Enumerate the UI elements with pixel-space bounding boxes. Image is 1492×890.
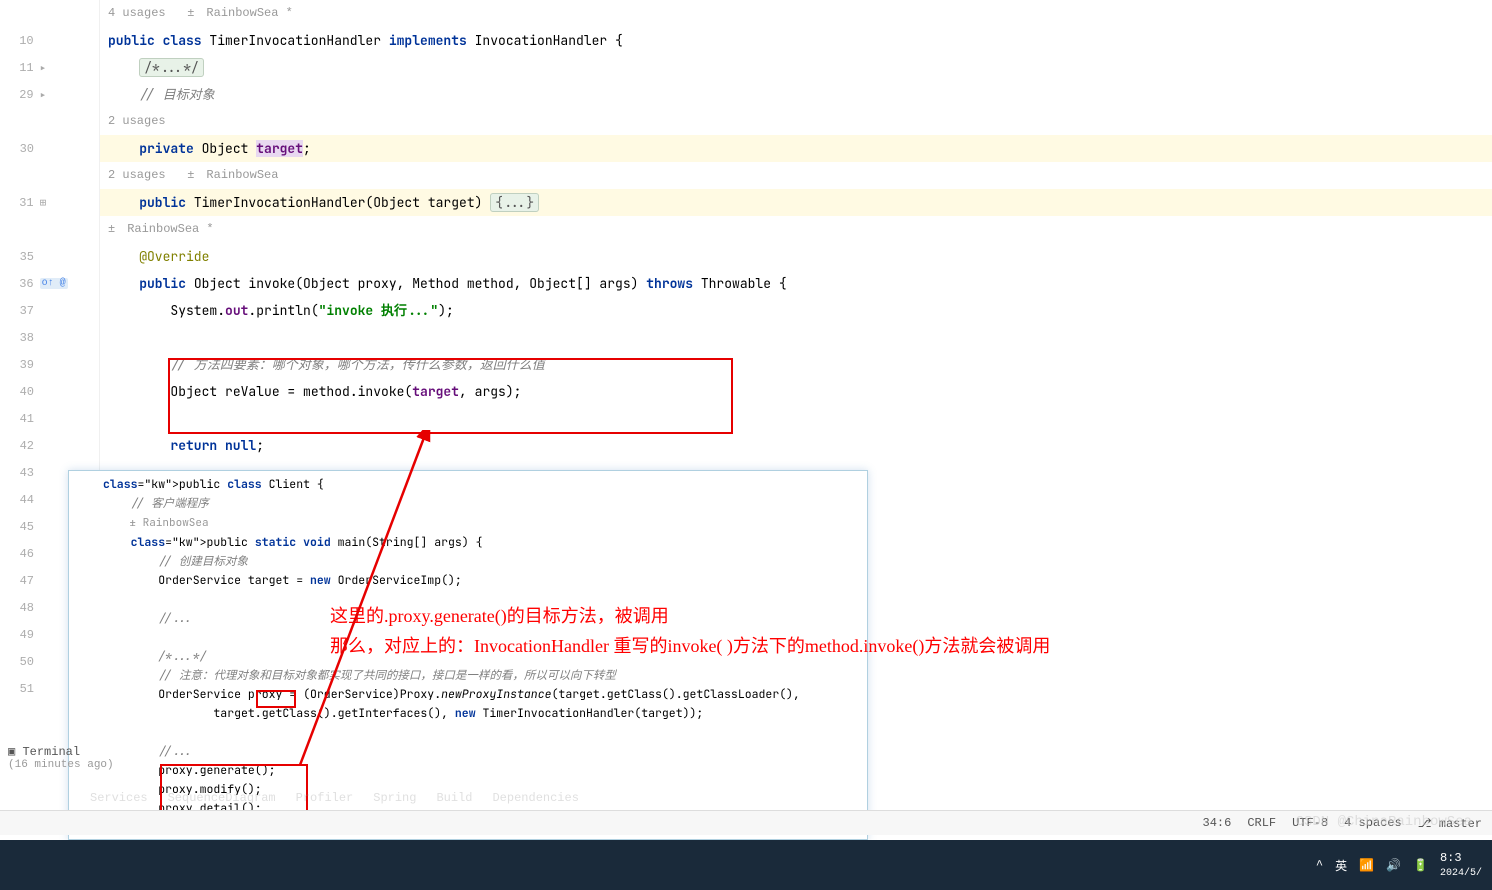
overlay-code-line[interactable]: // 客户端程序: [77, 494, 859, 513]
overlay-code-line[interactable]: class="kw">public static void main(Strin…: [77, 533, 859, 552]
overlay-code-line[interactable]: //...: [77, 609, 859, 628]
fold-icon[interactable]: ▸: [40, 88, 47, 102]
line-number: 48: [0, 601, 40, 615]
wifi-icon[interactable]: 📶: [1359, 858, 1374, 873]
overlay-code-line[interactable]: OrderService proxy = (OrderService)Proxy…: [77, 685, 859, 704]
windows-taskbar[interactable]: ^ 英 📶 🔊 🔋 8:32024/5/: [0, 840, 1492, 890]
overlay-code-line[interactable]: ± RainbowSea: [77, 513, 859, 533]
line-number: 10: [0, 34, 40, 48]
line-number: 50: [0, 655, 40, 669]
line-number: 47: [0, 574, 40, 588]
line-number: 41: [0, 412, 40, 426]
line-number: 49: [0, 628, 40, 642]
line-number: 40: [0, 385, 40, 399]
fold-icon[interactable]: ⊞: [40, 196, 47, 210]
overlay-code-panel[interactable]: class="kw">public class Client { // 客户端程…: [68, 470, 868, 840]
line-number: 43: [0, 466, 40, 480]
line-number: 51: [0, 682, 40, 696]
code-line[interactable]: Object reValue = method.invoke(target, a…: [100, 378, 1492, 405]
line-number: 38: [0, 331, 40, 345]
code-line[interactable]: public TimerInvocationHandler(Object tar…: [100, 189, 1492, 216]
tool-window-tabs[interactable]: Services SequenceDiagram Profiler Spring…: [90, 791, 579, 805]
code-line[interactable]: private Object target;: [100, 135, 1492, 162]
line-number: 30: [0, 142, 40, 156]
code-line[interactable]: public Object invoke(Object proxy, Metho…: [100, 270, 1492, 297]
terminal-tab[interactable]: ▣ Terminal (16 minutes ago): [0, 740, 122, 775]
overlay-code-line[interactable]: [77, 723, 859, 742]
tool-tab[interactable]: Dependencies: [492, 791, 578, 805]
tool-tab[interactable]: Profiler: [296, 791, 354, 805]
tool-tab[interactable]: SequenceDiagram: [168, 791, 276, 805]
code-line[interactable]: // 方法四要素：哪个对象，哪个方法，传什么参数，返回什么值: [100, 351, 1492, 378]
line-number: 31: [0, 196, 40, 210]
line-number: 37: [0, 304, 40, 318]
line-number: 39: [0, 358, 40, 372]
line-separator[interactable]: CRLF: [1247, 816, 1276, 831]
overlay-code-line[interactable]: OrderService target = new OrderServiceIm…: [77, 571, 859, 590]
watermark: CSDN @ChinaRainbowSea: [1296, 814, 1472, 830]
overlay-code-line[interactable]: /*...*/: [77, 647, 859, 666]
ime-indicator[interactable]: 英: [1335, 857, 1347, 874]
line-number: 45: [0, 520, 40, 534]
battery-icon[interactable]: 🔋: [1413, 858, 1428, 873]
overlay-code-line[interactable]: // 注意：代理对象和目标对象都实现了共同的接口，接口是一样的看，所以可以向下转…: [77, 666, 859, 685]
inlay-hint[interactable]: 2 usages ± RainbowSea: [100, 162, 1492, 189]
clock[interactable]: 8:32024/5/: [1440, 851, 1482, 879]
overlay-code-line[interactable]: [77, 590, 859, 609]
overlay-code-line[interactable]: proxy.generate();: [77, 761, 859, 780]
caret-position[interactable]: 34:6: [1203, 816, 1232, 831]
tool-tab[interactable]: Spring: [373, 791, 416, 805]
status-bar: 34:6 CRLF UTF-8 4 spaces ⎇ master: [0, 810, 1492, 835]
line-number: 11: [0, 61, 40, 75]
inlay-hint[interactable]: 2 usages: [100, 108, 1492, 135]
line-number: 46: [0, 547, 40, 561]
code-line[interactable]: @Override: [100, 243, 1492, 270]
code-line[interactable]: public class TimerInvocationHandler impl…: [100, 27, 1492, 54]
code-line[interactable]: [100, 405, 1492, 432]
inlay-hint[interactable]: 4 usages ± RainbowSea *: [100, 0, 1492, 27]
line-number: 44: [0, 493, 40, 507]
override-icon[interactable]: o↑ @: [40, 278, 68, 289]
volume-icon[interactable]: 🔊: [1386, 858, 1401, 873]
line-number: 29: [0, 88, 40, 102]
overlay-code-line[interactable]: class="kw">public class Client {: [77, 475, 859, 494]
overlay-code-line[interactable]: //...: [77, 742, 859, 761]
tool-tab[interactable]: Build: [436, 791, 472, 805]
overlay-code-line[interactable]: [77, 628, 859, 647]
code-line[interactable]: // 目标对象: [100, 81, 1492, 108]
line-number: 35: [0, 250, 40, 264]
code-line[interactable]: [100, 324, 1492, 351]
overlay-code-line[interactable]: target.getClass().getInterfaces(), new T…: [77, 704, 859, 723]
line-number: 42: [0, 439, 40, 453]
fold-icon[interactable]: ▸: [40, 61, 47, 75]
line-number: 36: [0, 277, 40, 291]
code-line[interactable]: System.out.println("invoke 执行...");: [100, 297, 1492, 324]
tool-tab[interactable]: Services: [90, 791, 148, 805]
inlay-hint[interactable]: ± RainbowSea *: [100, 216, 1492, 243]
tray-up-icon[interactable]: ^: [1316, 858, 1323, 872]
code-line[interactable]: return null;: [100, 432, 1492, 459]
code-line[interactable]: /*...*/: [100, 54, 1492, 81]
overlay-code-line[interactable]: // 创建目标对象: [77, 552, 859, 571]
